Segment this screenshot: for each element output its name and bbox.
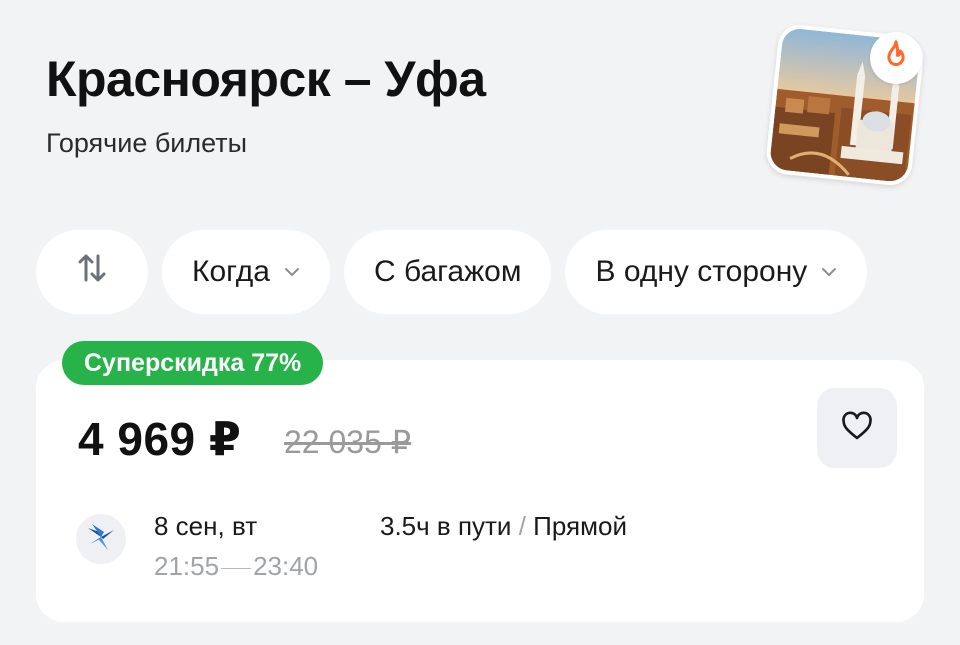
heart-icon	[841, 410, 873, 446]
depart-time: 21:55	[154, 551, 220, 581]
when-filter[interactable]: Когда	[162, 230, 330, 314]
baggage-filter[interactable]: С багажом	[343, 230, 552, 314]
page-title: Красноярск – Уфа	[46, 51, 486, 107]
favorite-button[interactable]	[817, 388, 897, 468]
swap-arrows-icon	[74, 250, 110, 294]
ticket-card[interactable]	[36, 360, 924, 622]
airline-logo-icon	[84, 520, 118, 559]
page-subtitle: Горячие билеты	[46, 128, 248, 158]
discount-badge: Суперскидка 77%	[62, 341, 324, 385]
destination-thumbnail	[764, 22, 926, 188]
hot-badge	[870, 32, 922, 84]
filter-bar: Когда С багажом В одну сторону	[36, 230, 868, 314]
when-filter-label: Когда	[192, 255, 270, 288]
direction-filter[interactable]: В одну сторону	[565, 230, 868, 314]
ticket-price: 4 969 ₽	[78, 413, 242, 465]
swap-direction-button[interactable]	[36, 230, 148, 314]
airline-logo	[76, 514, 126, 564]
flight-duration: 3.5ч в пути / Прямой	[380, 511, 627, 542]
arrive-time: 23:40	[253, 551, 319, 581]
direction-filter-label: В одну сторону	[595, 255, 808, 288]
old-price: 22 035 ₽	[284, 424, 412, 460]
flight-date: 8 сен, вт	[154, 511, 258, 541]
duration-separator: /	[518, 511, 526, 541]
stops-text: Прямой	[533, 511, 627, 541]
chevron-down-icon	[284, 267, 300, 277]
chevron-down-icon	[821, 267, 837, 277]
duration-text: 3.5ч в пути	[380, 511, 512, 541]
baggage-filter-label: С багажом	[373, 255, 522, 288]
fire-icon	[879, 39, 913, 78]
time-separator	[221, 567, 252, 569]
flight-times: 21:55 23:40	[154, 551, 318, 582]
